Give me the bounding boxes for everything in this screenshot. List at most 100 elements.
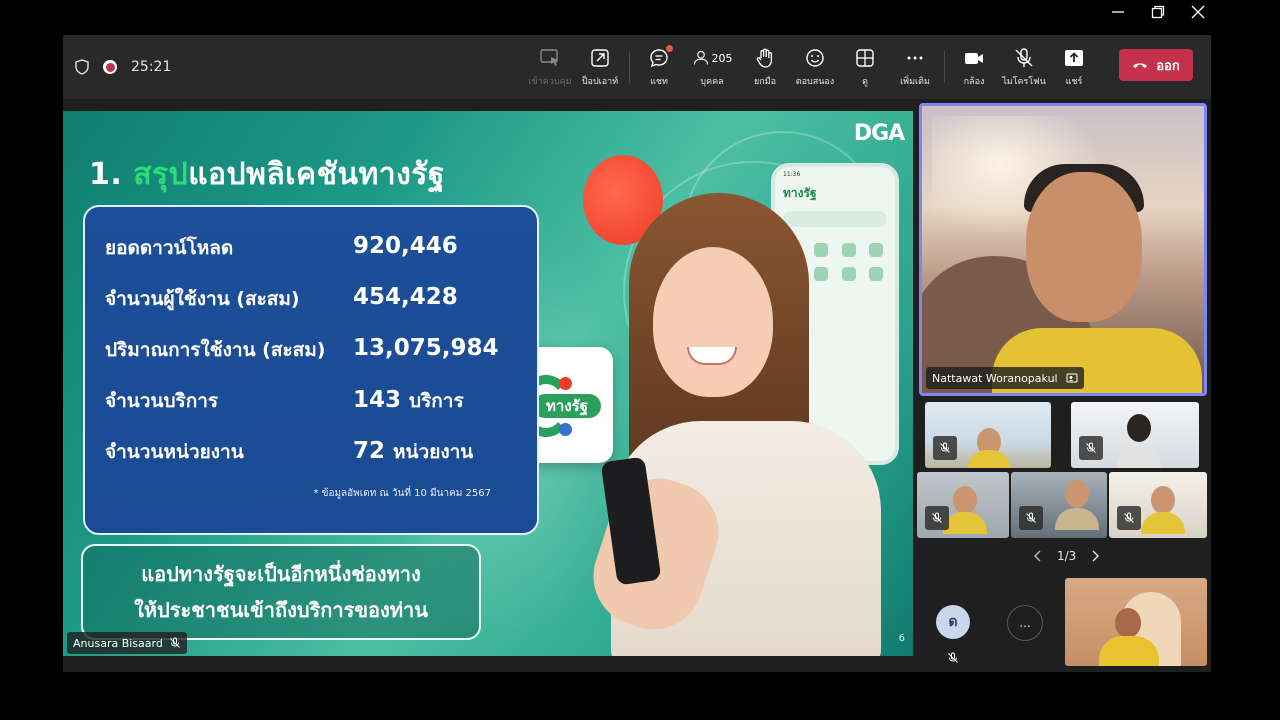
slide-title-highlight: สรุป — [133, 157, 189, 192]
react-button[interactable]: ตอบสนอง — [790, 37, 840, 97]
chat-label: แชท — [650, 77, 668, 87]
more-button[interactable]: เพิ่มเติม — [890, 37, 940, 97]
camera-label: กล้อง — [963, 77, 985, 87]
leave-label: ออก — [1156, 58, 1180, 74]
microphone-button[interactable]: ไมโครโฟน — [999, 37, 1049, 97]
chat-notification-dot — [666, 45, 673, 52]
people-count: 205 — [711, 51, 733, 65]
participant-video[interactable] — [1071, 402, 1199, 468]
phone-status-time: 11:36 — [783, 171, 801, 178]
restore-button[interactable] — [1138, 0, 1178, 24]
meeting-window: 25:21 เข้าควบคุม ป็อปเอาท์ แชท 205 บุคคล — [63, 35, 1211, 672]
leave-button[interactable]: ออก — [1119, 49, 1193, 81]
view-label: ดู — [862, 77, 868, 87]
presenter-photo — [571, 189, 891, 656]
self-view-video[interactable] — [1065, 578, 1207, 666]
pager-label: 1/3 — [1057, 549, 1077, 563]
muted-indicator — [933, 436, 957, 460]
muted-indicator — [925, 506, 949, 530]
window-controls — [1098, 0, 1218, 24]
app-icon-text: ทางรัฐ — [533, 394, 601, 418]
close-icon — [1191, 5, 1205, 19]
mic-off-icon — [1124, 512, 1134, 523]
slide-title: 1. สรุปแอปพลิเคชันทางรัฐ — [89, 151, 445, 198]
popout-button[interactable]: ป็อปเอาท์ — [575, 37, 625, 97]
raise-hand-button[interactable]: ยกมือ — [740, 37, 790, 97]
camera-icon — [965, 53, 983, 64]
tagline-box: แอปทางรัฐจะเป็นอีกหนึ่งช่องทาง ให้ประชาช… — [81, 544, 481, 640]
react-icon — [806, 49, 824, 67]
share-icon — [1065, 50, 1083, 66]
more-icon — [907, 56, 923, 60]
share-label: แชร์ — [1065, 77, 1083, 87]
stat-value: 72 หน่วยงาน — [353, 438, 474, 464]
shared-slide: 1. สรุปแอปพลิเคชันทางรัฐ DGA ​ 11:36 ทาง… — [63, 111, 913, 656]
mic-off-icon — [932, 512, 942, 523]
stat-value: 920,446 — [353, 233, 458, 259]
mic-off-icon — [948, 652, 958, 663]
take-control-label: เข้าควบคุม — [528, 77, 572, 87]
stat-label: จำนวนหน่วยงาน — [105, 441, 244, 463]
stats-box: ยอดดาวน์โหลด 920,446 จำนวนผู้ใช้งาน (สะส… — [83, 205, 539, 535]
tagline-line-2: ให้ประชาชนเข้าถึงบริการของท่าน — [134, 598, 428, 622]
participant-video[interactable] — [1011, 472, 1107, 538]
participant-video[interactable] — [917, 472, 1009, 538]
minimize-button[interactable] — [1098, 0, 1138, 24]
minimize-icon — [1112, 11, 1124, 13]
toolbar-divider — [629, 51, 630, 83]
speaker-name: Nattawat Woranopakul — [932, 371, 1058, 385]
participant-video[interactable] — [925, 402, 1051, 468]
stat-label: จำนวนผู้ใช้งาน (สะสม) — [105, 288, 300, 310]
stat-value: 454,428 — [353, 284, 458, 310]
dga-logo: DGA ​ — [853, 121, 905, 151]
people-button[interactable]: 205 บุคคล — [684, 37, 740, 97]
shield-icon — [75, 59, 89, 75]
avatar-muted-indicator — [947, 649, 959, 668]
muted-indicator — [1019, 506, 1043, 530]
take-control-button[interactable]: เข้าควบคุม — [525, 37, 575, 97]
screen-share-indicator-icon — [1066, 373, 1078, 383]
view-button[interactable]: ดู — [840, 37, 890, 97]
meeting-status: 25:21 — [75, 35, 171, 99]
mic-off-icon — [169, 637, 180, 648]
more-label: เพิ่มเติม — [900, 77, 930, 87]
slide-title-number: 1. — [89, 157, 123, 192]
stat-value: 143 บริการ — [353, 387, 464, 413]
stat-value: 13,075,984 — [353, 335, 499, 361]
take-control-icon — [540, 49, 558, 66]
mic-off-icon — [1086, 442, 1096, 453]
chevron-right-icon[interactable] — [1090, 550, 1100, 562]
raise-hand-icon — [756, 48, 773, 68]
restore-icon — [1151, 5, 1165, 19]
participant-video[interactable] — [1109, 472, 1207, 538]
speaker-name-tag: Nattawat Woranopakul — [926, 367, 1084, 389]
mic-off-icon — [1015, 48, 1033, 67]
people-label: บุคคล — [700, 77, 724, 87]
close-button[interactable] — [1178, 0, 1218, 24]
popout-icon — [591, 49, 609, 67]
participant-avatar[interactable]: ด — [936, 605, 970, 639]
dga-logo-mark: DGA — [853, 121, 905, 146]
slide-page-number: 6 — [898, 633, 905, 644]
chevron-left-icon[interactable] — [1033, 550, 1043, 562]
muted-indicator — [1117, 506, 1141, 530]
recording-icon — [103, 60, 117, 74]
share-button[interactable]: แชร์ — [1049, 37, 1099, 97]
muted-indicator — [1079, 436, 1103, 460]
more-participants-button[interactable]: ... — [1007, 605, 1043, 641]
gallery-pager: 1/3 — [1033, 549, 1100, 563]
hang-up-icon — [1133, 63, 1148, 68]
meeting-timer: 25:21 — [131, 59, 172, 75]
stat-unit: บริการ — [409, 390, 464, 412]
presenter-name-tag: Anusara Bisaard — [67, 632, 187, 654]
microphone-label: ไมโครโฟน — [1002, 77, 1046, 87]
stat-unit: หน่วยงาน — [393, 441, 474, 463]
active-speaker-video[interactable]: Nattawat Woranopakul — [919, 103, 1207, 396]
chat-button[interactable]: แชท — [634, 37, 684, 97]
camera-button[interactable]: กล้อง — [949, 37, 999, 97]
react-label: ตอบสนอง — [795, 77, 835, 87]
slide-title-rest: แอปพลิเคชันทางรัฐ — [188, 157, 445, 192]
popout-label: ป็อปเอาท์ — [581, 77, 619, 87]
stat-label: ยอดดาวน์โหลด — [105, 237, 234, 259]
toolbar-buttons: เข้าควบคุม ป็อปเอาท์ แชท 205 บุคคล ยกมือ — [525, 35, 1099, 99]
